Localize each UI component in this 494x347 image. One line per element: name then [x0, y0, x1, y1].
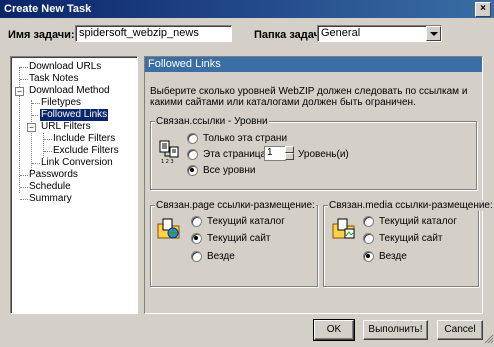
tree-line [32, 163, 40, 164]
page-links-option-label: Текущий сайт [207, 233, 271, 244]
panel-header: Followed Links [145, 57, 482, 72]
levels-option-label: Все уровни [203, 165, 256, 176]
tree-line [20, 79, 28, 80]
tree-line [20, 187, 28, 188]
window-title: Create New Task [4, 3, 92, 15]
media-links-option-label: Текущий сайт [379, 233, 443, 244]
cancel-button[interactable]: Cancel [437, 320, 483, 340]
tree-item-download-urls[interactable]: Download URLs [29, 61, 101, 73]
tree-line [20, 199, 28, 200]
spin-down-icon[interactable] [285, 153, 294, 160]
create-task-window: Create New Task × Имя задачи: spidersoft… [0, 0, 494, 344]
tree-line [32, 103, 40, 104]
levels-group-title: Связан.ссылки - Уровни [155, 116, 269, 127]
tree-item-summary[interactable]: Summary [29, 193, 72, 205]
levels-radio-n-levels[interactable] [187, 149, 198, 160]
ok-button[interactable]: OK [313, 319, 355, 341]
task-folder-select[interactable]: General [317, 25, 442, 42]
page-links-radio-current-dir[interactable] [191, 216, 202, 227]
close-icon[interactable]: × [475, 2, 491, 17]
resize-grip-icon[interactable] [484, 334, 494, 344]
folder-media-icon [332, 217, 356, 244]
levels-radio-this-page[interactable] [187, 133, 198, 144]
chevron-down-icon[interactable] [426, 26, 441, 41]
media-links-radio-current-dir[interactable] [363, 216, 374, 227]
run-button[interactable]: Выполнить! [363, 320, 428, 340]
levels-radio-all[interactable] [187, 165, 198, 176]
settings-tree: − − Download URLs Task Notes Download Me… [10, 56, 138, 314]
media-links-option-label: Везде [379, 251, 407, 262]
task-name-label: Имя задачи: [8, 29, 75, 41]
pages-levels-icon: 1 2 3 [159, 140, 181, 167]
media-links-radio-current-site[interactable] [363, 233, 374, 244]
page-links-option-label: Текущий каталог [207, 216, 285, 227]
tree-collapse-icon[interactable]: − [15, 87, 24, 96]
page-links-radio-everywhere[interactable] [191, 251, 202, 262]
page-links-radio-current-site[interactable] [191, 233, 202, 244]
tree-item-link-conversion[interactable]: Link Conversion [41, 157, 113, 169]
tree-line [44, 139, 52, 140]
folder-page-icon [157, 217, 181, 244]
task-folder-label: Папка задач: [254, 29, 324, 41]
tree-line [31, 100, 32, 170]
levels-option-label: Только эта страни [203, 133, 288, 144]
tree-line [32, 115, 40, 116]
tree-line [20, 67, 28, 68]
tree-collapse-icon[interactable]: − [27, 123, 36, 132]
panel-description: Выберите сколько уровней WebZIP должен с… [150, 86, 468, 108]
levels-option-label: Эта страница [203, 149, 267, 160]
spin-up-icon[interactable] [285, 146, 294, 153]
media-links-option-label: Текущий каталог [379, 216, 457, 227]
tree-item-filetypes[interactable]: Filetypes [41, 97, 81, 109]
tree-item-exclude-filters[interactable]: Exclude Filters [53, 145, 119, 157]
tree-item-task-notes[interactable]: Task Notes [29, 73, 78, 85]
page-links-option-label: Везде [207, 251, 235, 262]
levels-spin-input[interactable]: 1 [264, 146, 286, 161]
tree-line [43, 133, 44, 158]
tree-item-download-method[interactable]: Download Method [29, 85, 110, 97]
tree-item-schedule[interactable]: Schedule [29, 181, 71, 193]
media-links-group-title: Связан.media ссылки-размещение: [328, 200, 494, 211]
svg-text:1 2 3: 1 2 3 [161, 159, 174, 164]
tree-item-followed-links[interactable]: Followed Links [38, 108, 110, 122]
tree-line [20, 175, 28, 176]
levels-spin-suffix: Уровень(и) [298, 149, 349, 160]
title-bar[interactable]: Create New Task × [0, 0, 494, 18]
task-name-input[interactable]: spidersoft_webzip_news [75, 25, 232, 42]
tree-line [44, 151, 52, 152]
tree-item-url-filters[interactable]: URL Filters [41, 121, 91, 133]
media-links-radio-everywhere[interactable] [363, 251, 374, 262]
page-links-group-title: Связан.page ссылки-размещение: [155, 200, 316, 211]
tree-item-include-filters[interactable]: Include Filters [53, 133, 115, 145]
tree-item-passwords[interactable]: Passwords [29, 169, 78, 181]
